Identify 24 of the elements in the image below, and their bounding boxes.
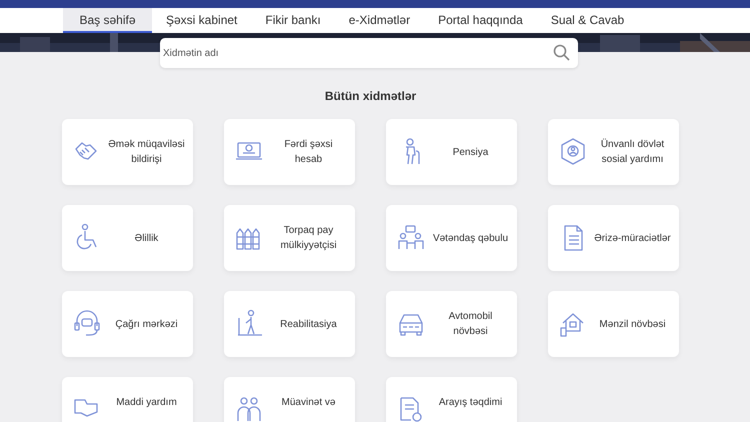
service-card[interactable]: Fərdi şəxsi hesab <box>224 119 355 185</box>
service-card[interactable]: Mənzil növbəsi <box>548 291 679 357</box>
service-card[interactable]: Ərizə-müraciətlər <box>548 205 679 271</box>
nav-tab[interactable]: e-Xidmətlər <box>334 8 424 33</box>
service-card[interactable]: Müavinət və <box>224 377 355 422</box>
nav-tab[interactable]: Fikir bankı <box>251 8 335 33</box>
service-card[interactable]: Əlillik <box>62 205 193 271</box>
search-icon[interactable] <box>553 44 570 61</box>
service-card[interactable]: Torpaq pay mülkiyyətçisi <box>224 205 355 271</box>
service-card[interactable]: Avtomobil növbəsi <box>386 291 517 357</box>
nav-tab[interactable]: Portal haqqında <box>424 8 537 33</box>
search-field[interactable]: Xidmətin adı <box>160 38 578 68</box>
service-card[interactable]: Reabilitasiya <box>224 291 355 357</box>
nav-tab[interactable]: Sual & Cavab <box>536 8 638 33</box>
service-card[interactable]: Əmək müqaviləsi bildirişi <box>62 119 193 185</box>
nav-tab[interactable]: Baş səhifə <box>63 8 152 33</box>
section-title: Bütün xidmətlər <box>324 89 418 104</box>
service-card[interactable]: Maddi yardım <box>62 377 193 422</box>
service-card[interactable]: Arayış təqdimi <box>386 377 517 422</box>
service-card[interactable]: Vətəndaş qəbulu <box>386 205 517 271</box>
service-card[interactable]: Pensiya <box>386 119 517 185</box>
nav-tab[interactable]: Şəxsi kabinet <box>152 8 252 33</box>
service-card[interactable]: Çağrı mərkəzi <box>62 291 193 357</box>
service-card[interactable]: Ünvanlı dövlət sosial yardımı <box>548 119 679 185</box>
